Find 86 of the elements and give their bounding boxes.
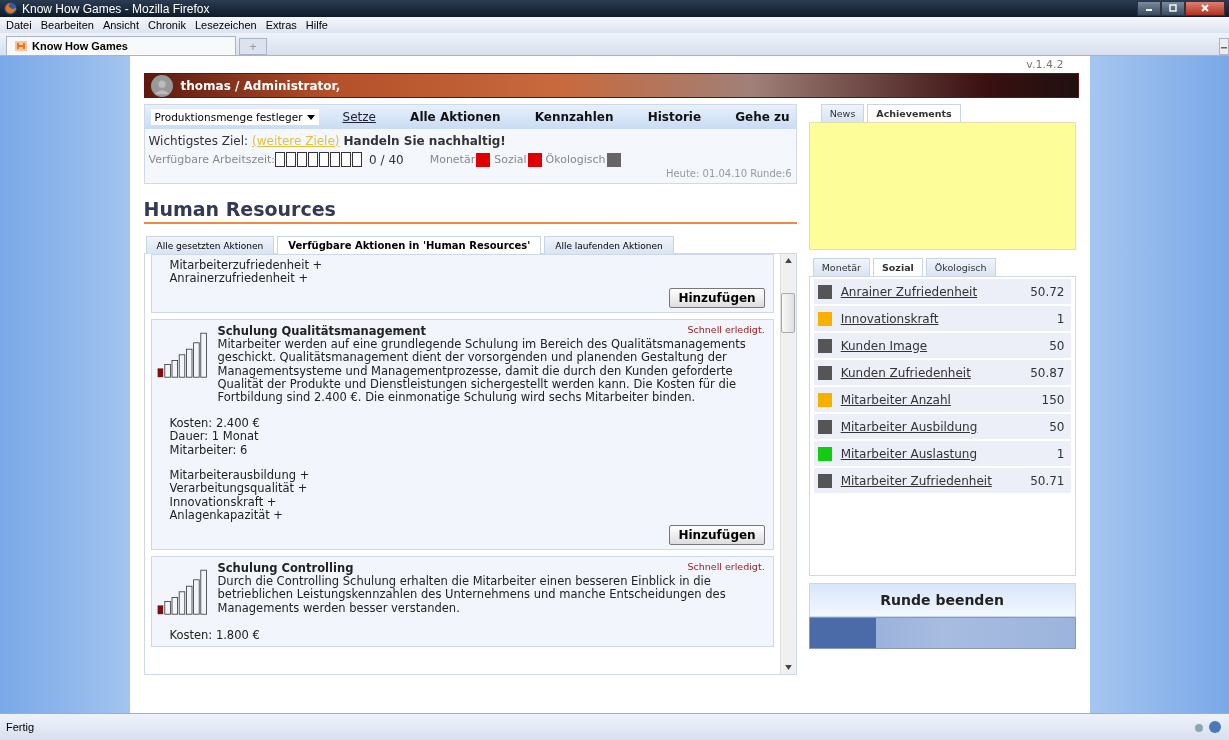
version-label: v.1.4.2: [1026, 58, 1064, 71]
close-button[interactable]: [1185, 0, 1225, 16]
browser-logo-icon: [4, 2, 17, 15]
action-detail: Kosten: 2.400 €: [169, 416, 261, 431]
scrollbar-thumb[interactable]: [781, 293, 796, 333]
scrollbar[interactable]: [779, 254, 796, 674]
scroll-down-icon[interactable]: [784, 665, 792, 670]
action-dropdown[interactable]: Produktionsmenge festleger: [150, 109, 319, 125]
menu-item[interactable]: Chronik: [148, 19, 186, 31]
work-time-value: 0 / 40: [369, 152, 404, 167]
menu-item[interactable]: Ansicht: [102, 19, 139, 31]
action-tab[interactable]: Alle gesetzten Aktionen: [145, 236, 275, 254]
menu-item[interactable]: Hilfe: [305, 19, 328, 31]
action-description: Durch die Controlling Schulung erhalten die Mitarbeiter einen besseren Einblick in die betrieblichen Leistungskennzahlen des Unternehmens und manche Entscheidungen des Managements werden besser verstanden.: [217, 574, 727, 615]
action-tab[interactable]: Verfügbare Aktionen in 'Human Resources': [277, 236, 542, 254]
set-link[interactable]: Setze: [342, 110, 376, 124]
site-icon: [15, 41, 27, 51]
maximize-button[interactable]: [1161, 0, 1185, 16]
stat-link[interactable]: Kunden Zufriedenheit: [840, 365, 1031, 380]
effect-item: Innovationskraft +: [169, 495, 277, 509]
stat-link[interactable]: Mitarbeiter Zufriedenheit: [840, 473, 1031, 488]
nav-link[interactable]: Historie: [647, 110, 702, 124]
stat-value: 1: [1056, 311, 1065, 326]
goal-label: Wichtigstes Ziel:: [148, 134, 248, 148]
caret-icon: [306, 114, 315, 120]
tray-icons: [1193, 720, 1223, 734]
stat-value: 50.87: [1030, 365, 1065, 380]
nav-link[interactable]: Kennzahlen: [534, 110, 614, 124]
effect-item: Mitarbeiterzufriedenheit +: [169, 259, 324, 272]
user-name: thomas / Administrator,: [180, 78, 341, 93]
browser-tab[interactable]: Know How Games: [6, 36, 236, 55]
effect-item: Anrainerzufriedenheit +: [169, 272, 310, 286]
section-title: Human Resources: [143, 198, 797, 224]
stat-value: 150: [1041, 392, 1065, 407]
nav-link[interactable]: Alle Aktionen: [410, 110, 501, 124]
info-tab[interactable]: News: [820, 104, 865, 122]
stat-link[interactable]: Mitarbeiter Auslastung: [840, 446, 1057, 461]
stat-link[interactable]: Mitarbeiter Anzahl: [840, 392, 1042, 407]
add-button[interactable]: Hinzufügen: [669, 524, 765, 545]
stat-tab[interactable]: Sozial: [873, 258, 923, 276]
effect-item: Anlagenkapazität +: [169, 509, 284, 523]
maximize-icon: [1168, 3, 1178, 13]
action-title: Schulung Qualitätsmanagement: [217, 323, 426, 338]
indicator-label: Monetär: [429, 153, 476, 166]
effect-item: Mitarbeiterausbildung +: [169, 469, 311, 483]
stat-tab[interactable]: Ökologisch: [925, 258, 996, 276]
action-detail: Dauer: 1 Monat: [169, 430, 260, 444]
window-title: Know How Games - Mozilla Firefox: [22, 1, 210, 16]
action-tab[interactable]: Alle laufenden Aktionen: [544, 236, 674, 254]
minimize-button[interactable]: [1137, 0, 1161, 16]
effect-item: Verarbeitungsqualität +: [169, 482, 309, 496]
menu-item[interactable]: Lesezeichen: [194, 19, 257, 31]
speed-label: Schnell erledigt.: [687, 560, 765, 574]
stat-value: 50: [1049, 419, 1065, 434]
work-time-label: Verfügbare Arbeitszeit:: [148, 153, 276, 166]
menu-item[interactable]: Extras: [265, 19, 297, 31]
avatar-icon: [150, 74, 173, 97]
stat-link[interactable]: Kunden Image: [840, 338, 1050, 353]
stat-value: 50.71: [1030, 473, 1065, 488]
indicator-label: Ökologisch: [545, 153, 606, 166]
stat-link[interactable]: Mitarbeiter Ausbildung: [840, 419, 1050, 434]
menu-item[interactable]: Bearbeiten: [40, 19, 94, 31]
menu-item[interactable]: Datei: [6, 19, 32, 31]
stat-link[interactable]: Anrainer Zufriedenheit: [840, 284, 1031, 299]
add-button[interactable]: Hinzufügen: [669, 287, 765, 308]
action-description: Mitarbeiter werden auf eine grundlegende Schulung im Bereich des Qualitätsmanagements geschickt. Qualitätsmanagement dient der vorsorgenden und planenden Gestaltung der Managementsysteme und Managementprozesse, damit die durch den Kunden geforderte Qualität der Produkte und Dienstleistungen sichergestellt werden kann. Die Kosten für die Fortbildung sind 2.400 €. Die einmonatige Schulung wird sechs Mitarbeiter binden.: [217, 337, 747, 405]
stat-link[interactable]: Innovationskraft: [840, 311, 1057, 326]
goal-text: Handeln Sie nachhaltig!: [343, 134, 506, 148]
action-title: Schulung Controlling: [217, 560, 354, 575]
action-detail: Mitarbeiter: 6: [169, 443, 249, 458]
stat-value: 50.72: [1030, 284, 1065, 299]
scroll-up-icon[interactable]: [784, 258, 792, 263]
speed-label: Schnell erledigt.: [687, 323, 765, 337]
stat-value: 1: [1056, 446, 1065, 461]
action-detail: Kosten: 1.800 €: [169, 628, 261, 643]
stat-value: 50: [1049, 338, 1065, 353]
date-round: Heute: 01.04.10 Runde:6: [664, 168, 792, 179]
end-round-button[interactable]: Runde beenden: [808, 583, 1076, 617]
dash-icon: [1221, 47, 1227, 51]
status-text: Fertig: [6, 721, 35, 733]
nav-link[interactable]: Gehe zu: [735, 110, 790, 124]
indicator-label: Sozial: [494, 153, 527, 166]
close-icon: [1200, 3, 1210, 13]
stat-tab[interactable]: Monetär: [812, 258, 870, 276]
tab-list-button[interactable]: [1219, 38, 1229, 55]
info-tab[interactable]: Achievements: [867, 104, 961, 122]
